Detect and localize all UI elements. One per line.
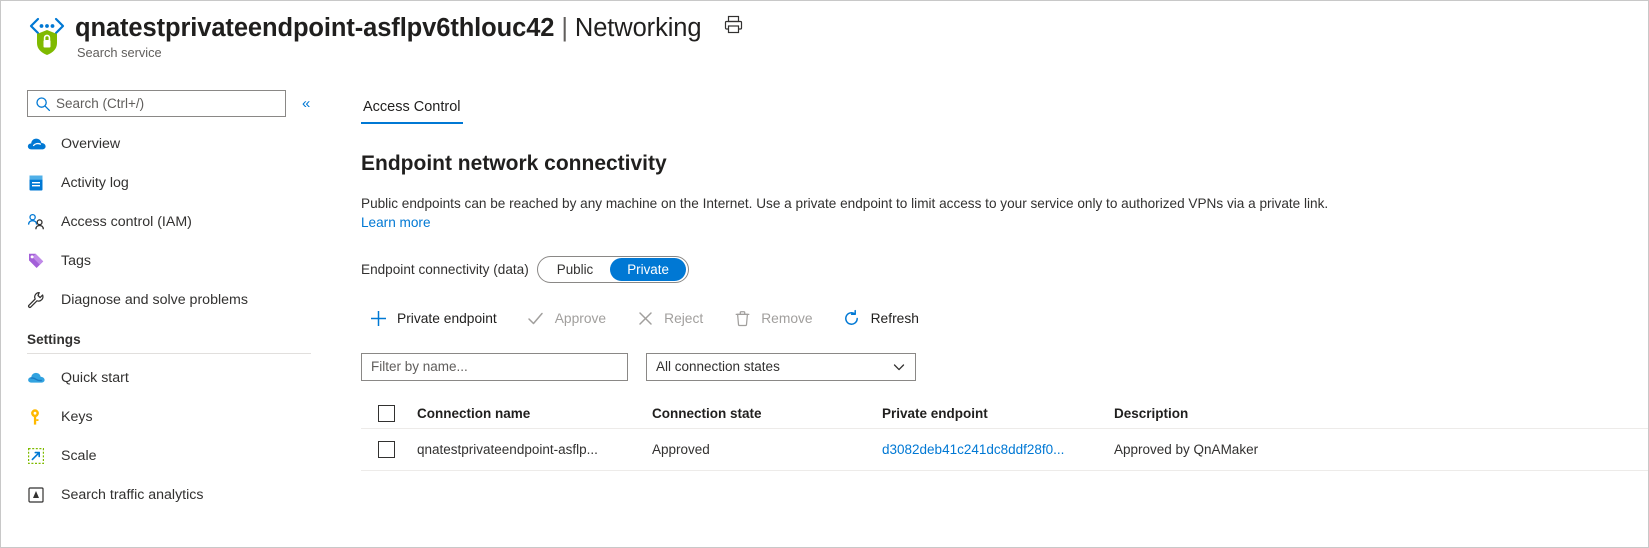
page-header: qnatestprivateendpoint-asflpv6thlouc42 |… — [1, 1, 1648, 79]
page-subtitle: Search service — [75, 45, 743, 60]
tag-icon — [27, 252, 49, 270]
cloud-icon — [27, 135, 49, 153]
sidebar-item-diagnose[interactable]: Diagnose and solve problems — [1, 286, 341, 314]
collapse-sidebar-button[interactable]: « — [302, 96, 310, 111]
column-header-connection-state[interactable]: Connection state — [652, 406, 882, 421]
section-description-text: Public endpoints can be reached by any m… — [361, 196, 1328, 211]
trash-icon — [731, 309, 753, 329]
sidebar-item-activity-log[interactable]: Activity log — [1, 169, 341, 197]
sidebar-item-label: Search traffic analytics — [61, 487, 203, 503]
sidebar-item-label: Diagnose and solve problems — [61, 292, 248, 308]
sidebar-item-access-control[interactable]: Access control (IAM) — [1, 208, 341, 236]
people-icon — [27, 213, 49, 231]
refresh-button-label: Refresh — [871, 311, 919, 326]
sidebar-item-quick-start[interactable]: Quick start — [1, 364, 341, 392]
column-header-private-endpoint[interactable]: Private endpoint — [882, 406, 1114, 421]
private-endpoint-button-label: Private endpoint — [397, 311, 497, 326]
plus-icon — [367, 309, 389, 329]
connections-table: Connection name Connection state Private… — [361, 399, 1648, 471]
search-input-placeholder: Search (Ctrl+/) — [56, 96, 144, 111]
reject-button[interactable]: Reject — [628, 305, 715, 333]
sidebar-item-label: Quick start — [61, 370, 129, 386]
table-row[interactable]: qnatestprivateendpoint-asflp... Approved… — [361, 429, 1648, 471]
sidebar-item-label: Overview — [61, 136, 120, 152]
cross-icon — [634, 309, 656, 329]
sidebar-item-overview[interactable]: Overview — [1, 130, 341, 158]
filter-by-name-input[interactable]: Filter by name... — [361, 353, 628, 381]
analytics-icon — [27, 486, 49, 504]
sidebar-item-label: Activity log — [61, 175, 129, 191]
sidebar-group-settings: Settings — [1, 332, 341, 347]
sidebar-item-label: Scale — [61, 448, 97, 464]
learn-more-link[interactable]: Learn more — [361, 215, 431, 230]
search-icon — [35, 96, 51, 112]
approve-button[interactable]: Approve — [519, 305, 618, 333]
tab-bar: Access Control — [361, 99, 1648, 124]
sidebar-nav: Overview Activity log — [1, 130, 341, 509]
azure-search-service-icon — [27, 13, 67, 55]
scale-icon — [27, 447, 49, 465]
connection-state-select-value: All connection states — [656, 359, 780, 374]
toggle-option-private[interactable]: Private — [610, 258, 686, 281]
chevron-down-icon — [892, 360, 906, 374]
cell-connection-name: qnatestprivateendpoint-asflp... — [417, 442, 652, 457]
cell-description: Approved by QnAMaker — [1114, 442, 1414, 457]
refresh-icon — [841, 309, 863, 329]
private-endpoint-button[interactable]: Private endpoint — [361, 305, 509, 333]
sidebar: Search (Ctrl+/) « Overview — [1, 79, 341, 547]
portal-window: qnatestprivateendpoint-asflpv6thlouc42 |… — [0, 0, 1649, 548]
page-title: qnatestprivateendpoint-asflpv6thlouc42 |… — [75, 14, 743, 42]
search-input[interactable]: Search (Ctrl+/) — [27, 90, 286, 117]
reject-button-label: Reject — [664, 311, 703, 326]
page-title-separator: | — [561, 14, 568, 42]
main-content: Access Control Endpoint network connecti… — [361, 79, 1648, 547]
cell-connection-state: Approved — [652, 442, 882, 457]
remove-button-label: Remove — [761, 311, 812, 326]
select-all-checkbox[interactable] — [378, 405, 395, 422]
toggle-option-public[interactable]: Public — [540, 258, 610, 281]
tab-access-control[interactable]: Access Control — [361, 99, 463, 124]
section-title: Endpoint network connectivity — [361, 152, 1648, 176]
endpoint-connectivity-row: Endpoint connectivity (data) Public Priv… — [361, 256, 1648, 283]
wrench-icon — [27, 291, 49, 309]
sidebar-item-keys[interactable]: Keys — [1, 403, 341, 431]
page-title-resource: qnatestprivateendpoint-asflpv6thlouc42 — [75, 14, 554, 42]
filter-by-name-placeholder: Filter by name... — [371, 359, 468, 374]
column-header-connection-name[interactable]: Connection name — [417, 406, 652, 421]
page-title-section: Networking — [575, 14, 702, 42]
connection-state-select[interactable]: All connection states — [646, 353, 916, 381]
print-icon[interactable] — [724, 15, 743, 34]
sidebar-item-label: Access control (IAM) — [61, 214, 192, 230]
approve-button-label: Approve — [555, 311, 606, 326]
sidebar-divider — [27, 353, 311, 354]
endpoint-connectivity-toggle: Public Private — [537, 256, 689, 283]
sidebar-item-label: Tags — [61, 253, 91, 269]
activity-log-icon — [27, 174, 49, 192]
column-header-description[interactable]: Description — [1114, 406, 1414, 421]
quick-start-cloud-icon — [27, 369, 49, 387]
sidebar-item-tags[interactable]: Tags — [1, 247, 341, 275]
section-description: Public endpoints can be reached by any m… — [361, 194, 1541, 233]
checkmark-icon — [525, 309, 547, 329]
remove-button[interactable]: Remove — [725, 305, 824, 333]
cell-private-endpoint-link[interactable]: d3082deb41c241dc8ddf28f0... — [882, 442, 1114, 457]
command-toolbar: Private endpoint Approve Reject — [361, 305, 1648, 333]
refresh-button[interactable]: Refresh — [835, 305, 931, 333]
endpoint-connectivity-label: Endpoint connectivity (data) — [361, 262, 529, 277]
sidebar-item-label: Keys — [61, 409, 93, 425]
filter-bar: Filter by name... All connection states — [361, 353, 1648, 381]
sidebar-item-search-traffic-analytics[interactable]: Search traffic analytics — [1, 481, 341, 509]
row-checkbox[interactable] — [378, 441, 395, 458]
sidebar-item-scale[interactable]: Scale — [1, 442, 341, 470]
table-header-row: Connection name Connection state Private… — [361, 399, 1648, 429]
key-icon — [27, 408, 49, 426]
